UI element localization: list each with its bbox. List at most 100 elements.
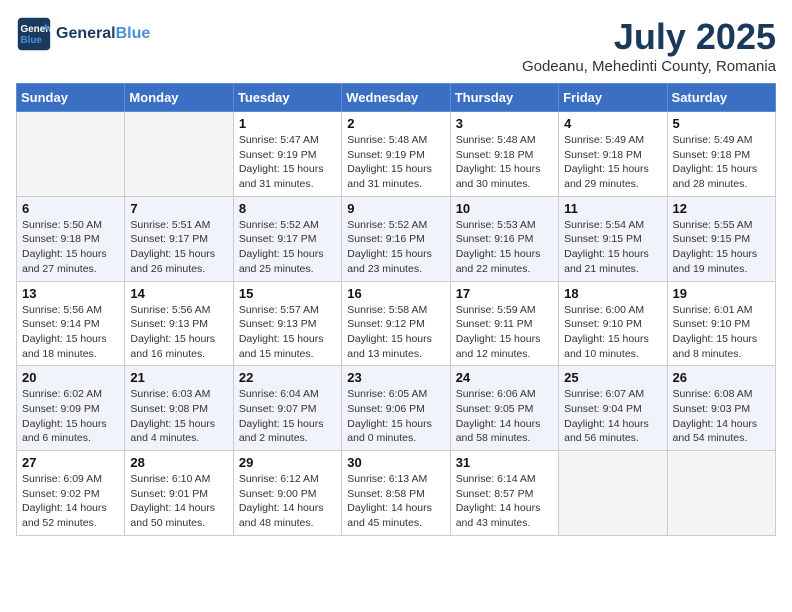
day-info: Sunrise: 5:59 AM Sunset: 9:11 PM Dayligh…: [456, 303, 553, 362]
day-cell: 19 Sunrise: 6:01 AM Sunset: 9:10 PM Dayli…: [667, 281, 775, 366]
week-row-4: 20 Sunrise: 6:02 AM Sunset: 9:09 PM Dayli…: [17, 366, 776, 451]
day-cell: 25 Sunrise: 6:07 AM Sunset: 9:04 PM Dayli…: [559, 366, 667, 451]
day-cell: 18 Sunrise: 6:00 AM Sunset: 9:10 PM Dayli…: [559, 281, 667, 366]
header-day-friday: Friday: [559, 84, 667, 112]
day-cell: 7 Sunrise: 5:51 AM Sunset: 9:17 PM Daylig…: [125, 196, 233, 281]
header-day-tuesday: Tuesday: [233, 84, 341, 112]
day-number: 9: [347, 201, 444, 216]
day-number: 19: [673, 286, 770, 301]
day-cell: 28 Sunrise: 6:10 AM Sunset: 9:01 PM Dayli…: [125, 451, 233, 536]
day-cell: 20 Sunrise: 6:02 AM Sunset: 9:09 PM Dayli…: [17, 366, 125, 451]
day-cell: [125, 112, 233, 197]
day-info: Sunrise: 6:02 AM Sunset: 9:09 PM Dayligh…: [22, 387, 119, 446]
day-cell: 21 Sunrise: 6:03 AM Sunset: 9:08 PM Dayli…: [125, 366, 233, 451]
day-number: 20: [22, 370, 119, 385]
day-cell: [667, 451, 775, 536]
day-cell: 12Sunrise: 5:55 AM Sunset: 9:15 PM Dayli…: [667, 196, 775, 281]
day-number: 13: [22, 286, 119, 301]
day-info: Sunrise: 5:56 AM Sunset: 9:13 PM Dayligh…: [130, 303, 227, 362]
day-info: Sunrise: 6:00 AM Sunset: 9:10 PM Dayligh…: [564, 303, 661, 362]
day-cell: 24 Sunrise: 6:06 AM Sunset: 9:05 PM Dayli…: [450, 366, 558, 451]
day-info: Sunrise: 5:48 AM Sunset: 9:19 PM Dayligh…: [347, 133, 444, 192]
day-cell: 14 Sunrise: 5:56 AM Sunset: 9:13 PM Dayli…: [125, 281, 233, 366]
week-row-3: 13 Sunrise: 5:56 AM Sunset: 9:14 PM Dayli…: [17, 281, 776, 366]
day-info: Sunrise: 5:50 AM Sunset: 9:18 PM Dayligh…: [22, 218, 119, 277]
day-number: 1: [239, 116, 336, 131]
day-info: Sunrise: 5:47 AM Sunset: 9:19 PM Dayligh…: [239, 133, 336, 192]
logo: General Blue GeneralBlue: [16, 16, 150, 52]
day-number: 6: [22, 201, 119, 216]
day-cell: 30Sunrise: 6:13 AM Sunset: 8:58 PM Dayli…: [342, 451, 450, 536]
day-number: 29: [239, 455, 336, 470]
day-info: Sunrise: 5:49 AM Sunset: 9:18 PM Dayligh…: [673, 133, 770, 192]
day-number: 25: [564, 370, 661, 385]
day-number: 3: [456, 116, 553, 131]
day-number: 28: [130, 455, 227, 470]
day-number: 21: [130, 370, 227, 385]
day-number: 18: [564, 286, 661, 301]
day-cell: 22 Sunrise: 6:04 AM Sunset: 9:07 PM Dayli…: [233, 366, 341, 451]
day-number: 22: [239, 370, 336, 385]
day-info: Sunrise: 5:52 AM Sunset: 9:16 PM Dayligh…: [347, 218, 444, 277]
week-row-1: 1 Sunrise: 5:47 AM Sunset: 9:19 PM Daylig…: [17, 112, 776, 197]
day-info: Sunrise: 5:48 AM Sunset: 9:18 PM Dayligh…: [456, 133, 553, 192]
day-number: 17: [456, 286, 553, 301]
day-info: Sunrise: 5:52 AM Sunset: 9:17 PM Dayligh…: [239, 218, 336, 277]
day-number: 31: [456, 455, 553, 470]
day-cell: 17 Sunrise: 5:59 AM Sunset: 9:11 PM Dayli…: [450, 281, 558, 366]
day-info: Sunrise: 6:03 AM Sunset: 9:08 PM Dayligh…: [130, 387, 227, 446]
week-row-2: 6 Sunrise: 5:50 AM Sunset: 9:18 PM Daylig…: [17, 196, 776, 281]
day-info: Sunrise: 6:06 AM Sunset: 9:05 PM Dayligh…: [456, 387, 553, 446]
day-info: Sunrise: 6:04 AM Sunset: 9:07 PM Dayligh…: [239, 387, 336, 446]
day-info: Sunrise: 6:07 AM Sunset: 9:04 PM Dayligh…: [564, 387, 661, 446]
day-info: Sunrise: 5:56 AM Sunset: 9:14 PM Dayligh…: [22, 303, 119, 362]
day-cell: 16 Sunrise: 5:58 AM Sunset: 9:12 PM Dayli…: [342, 281, 450, 366]
day-cell: 27 Sunrise: 6:09 AM Sunset: 9:02 PM Dayli…: [17, 451, 125, 536]
svg-text:Blue: Blue: [21, 35, 43, 46]
day-number: 15: [239, 286, 336, 301]
day-cell: 26Sunrise: 6:08 AM Sunset: 9:03 PM Dayli…: [667, 366, 775, 451]
day-number: 16: [347, 286, 444, 301]
header-day-sunday: Sunday: [17, 84, 125, 112]
day-info: Sunrise: 6:14 AM Sunset: 8:57 PM Dayligh…: [456, 472, 553, 531]
page-header: General Blue GeneralBlue July 2025 Godea…: [16, 16, 776, 75]
day-number: 27: [22, 455, 119, 470]
day-cell: 13 Sunrise: 5:56 AM Sunset: 9:14 PM Dayli…: [17, 281, 125, 366]
day-cell: 31 Sunrise: 6:14 AM Sunset: 8:57 PM Dayli…: [450, 451, 558, 536]
day-info: Sunrise: 5:51 AM Sunset: 9:17 PM Dayligh…: [130, 218, 227, 277]
title-block: July 2025 Godeanu, Mehedinti County, Rom…: [522, 16, 776, 75]
day-cell: [559, 451, 667, 536]
day-number: 7: [130, 201, 227, 216]
day-number: 8: [239, 201, 336, 216]
day-cell: 29 Sunrise: 6:12 AM Sunset: 9:00 PM Dayli…: [233, 451, 341, 536]
header-day-monday: Monday: [125, 84, 233, 112]
day-cell: 3 Sunrise: 5:48 AM Sunset: 9:18 PM Daylig…: [450, 112, 558, 197]
day-number: 12: [673, 201, 770, 216]
day-number: 2: [347, 116, 444, 131]
header-row: SundayMondayTuesdayWednesdayThursdayFrid…: [17, 84, 776, 112]
day-cell: 11Sunrise: 5:54 AM Sunset: 9:15 PM Dayli…: [559, 196, 667, 281]
day-cell: [17, 112, 125, 197]
day-info: Sunrise: 6:01 AM Sunset: 9:10 PM Dayligh…: [673, 303, 770, 362]
header-day-thursday: Thursday: [450, 84, 558, 112]
logo-text: GeneralBlue: [56, 25, 150, 43]
day-number: 26: [673, 370, 770, 385]
location: Godeanu, Mehedinti County, Romania: [522, 58, 776, 75]
week-row-5: 27 Sunrise: 6:09 AM Sunset: 9:02 PM Dayli…: [17, 451, 776, 536]
day-info: Sunrise: 5:53 AM Sunset: 9:16 PM Dayligh…: [456, 218, 553, 277]
day-cell: 10Sunrise: 5:53 AM Sunset: 9:16 PM Dayli…: [450, 196, 558, 281]
day-info: Sunrise: 6:10 AM Sunset: 9:01 PM Dayligh…: [130, 472, 227, 531]
day-number: 24: [456, 370, 553, 385]
logo-icon: General Blue: [16, 16, 52, 52]
header-day-wednesday: Wednesday: [342, 84, 450, 112]
svg-text:General: General: [21, 24, 53, 35]
day-number: 23: [347, 370, 444, 385]
day-info: Sunrise: 6:12 AM Sunset: 9:00 PM Dayligh…: [239, 472, 336, 531]
day-cell: 1 Sunrise: 5:47 AM Sunset: 9:19 PM Daylig…: [233, 112, 341, 197]
day-info: Sunrise: 6:09 AM Sunset: 9:02 PM Dayligh…: [22, 472, 119, 531]
header-day-saturday: Saturday: [667, 84, 775, 112]
day-cell: 9 Sunrise: 5:52 AM Sunset: 9:16 PM Daylig…: [342, 196, 450, 281]
day-info: Sunrise: 5:57 AM Sunset: 9:13 PM Dayligh…: [239, 303, 336, 362]
day-info: Sunrise: 5:58 AM Sunset: 9:12 PM Dayligh…: [347, 303, 444, 362]
day-number: 14: [130, 286, 227, 301]
